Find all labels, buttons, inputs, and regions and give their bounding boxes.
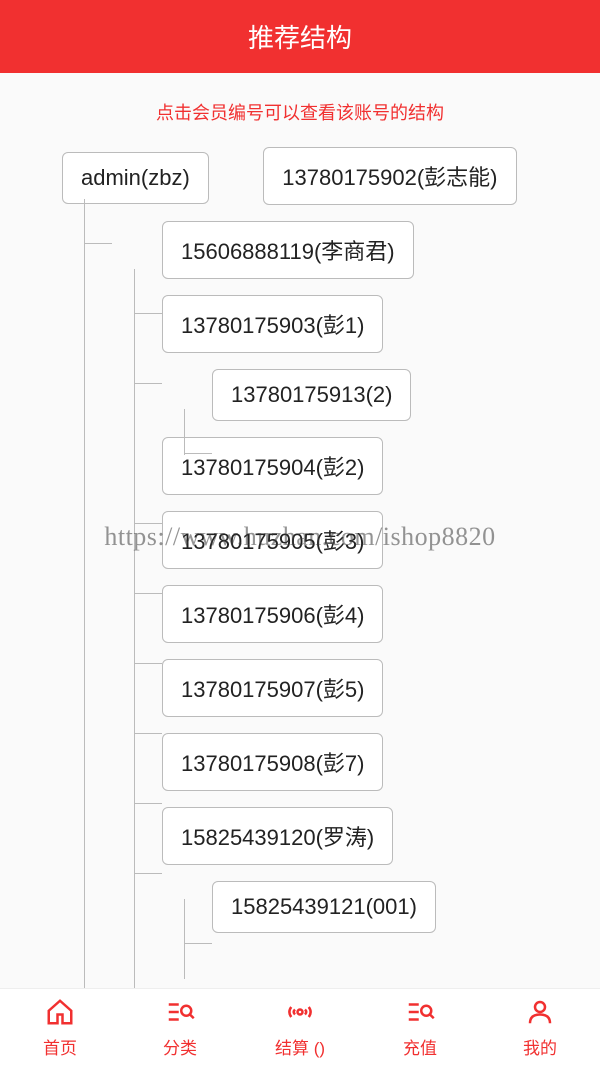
tree-node[interactable]: 15606888119(李商君) — [162, 221, 414, 279]
tree-node[interactable]: 13780175906(彭4) — [162, 585, 383, 643]
tree-node[interactable]: 15825439121(001) — [212, 881, 436, 933]
hint-text: 点击会员编号可以查看该账号的结构 — [0, 73, 600, 147]
tree-node[interactable]: 13780175913(2) — [212, 369, 411, 421]
nav-label: 充值 — [403, 1034, 437, 1059]
list-search-icon — [405, 997, 435, 1032]
nav-category[interactable]: 分类 — [120, 997, 240, 1059]
nav-label: 我的 — [523, 1034, 557, 1059]
user-icon — [525, 997, 555, 1032]
page-header: 推荐结构 — [0, 0, 600, 73]
tree-node[interactable]: 13780175907(彭5) — [162, 659, 383, 717]
page-title: 推荐结构 — [248, 23, 352, 53]
nav-settle[interactable]: 结算 () — [240, 997, 360, 1059]
nav-label: 首页 — [43, 1034, 77, 1059]
list-search-icon — [165, 997, 195, 1032]
broadcast-icon — [285, 997, 315, 1032]
tree-node[interactable]: 13780175902(彭志能) — [263, 147, 516, 205]
nav-mine[interactable]: 我的 — [480, 997, 600, 1059]
nav-recharge[interactable]: 充值 — [360, 997, 480, 1059]
tree-node-root[interactable]: admin(zbz) — [62, 152, 209, 204]
nav-label: 分类 — [163, 1034, 197, 1059]
tree-node[interactable]: 13780175904(彭2) — [162, 437, 383, 495]
bottom-nav: 首页 分类 结算 () 充值 我的 — [0, 988, 600, 1065]
home-icon — [45, 997, 75, 1032]
tree-node[interactable]: 13780175908(彭7) — [162, 733, 383, 791]
tree-container: admin(zbz) 13780175902(彭志能) 15606888119(… — [0, 147, 600, 988]
tree-node[interactable]: 13780175905(彭3) — [162, 511, 383, 569]
tree-node[interactable]: 15825439120(罗涛) — [162, 807, 393, 865]
nav-home[interactable]: 首页 — [0, 997, 120, 1059]
nav-label: 结算 () — [275, 1034, 325, 1059]
tree-node[interactable]: 13780175903(彭1) — [162, 295, 383, 353]
